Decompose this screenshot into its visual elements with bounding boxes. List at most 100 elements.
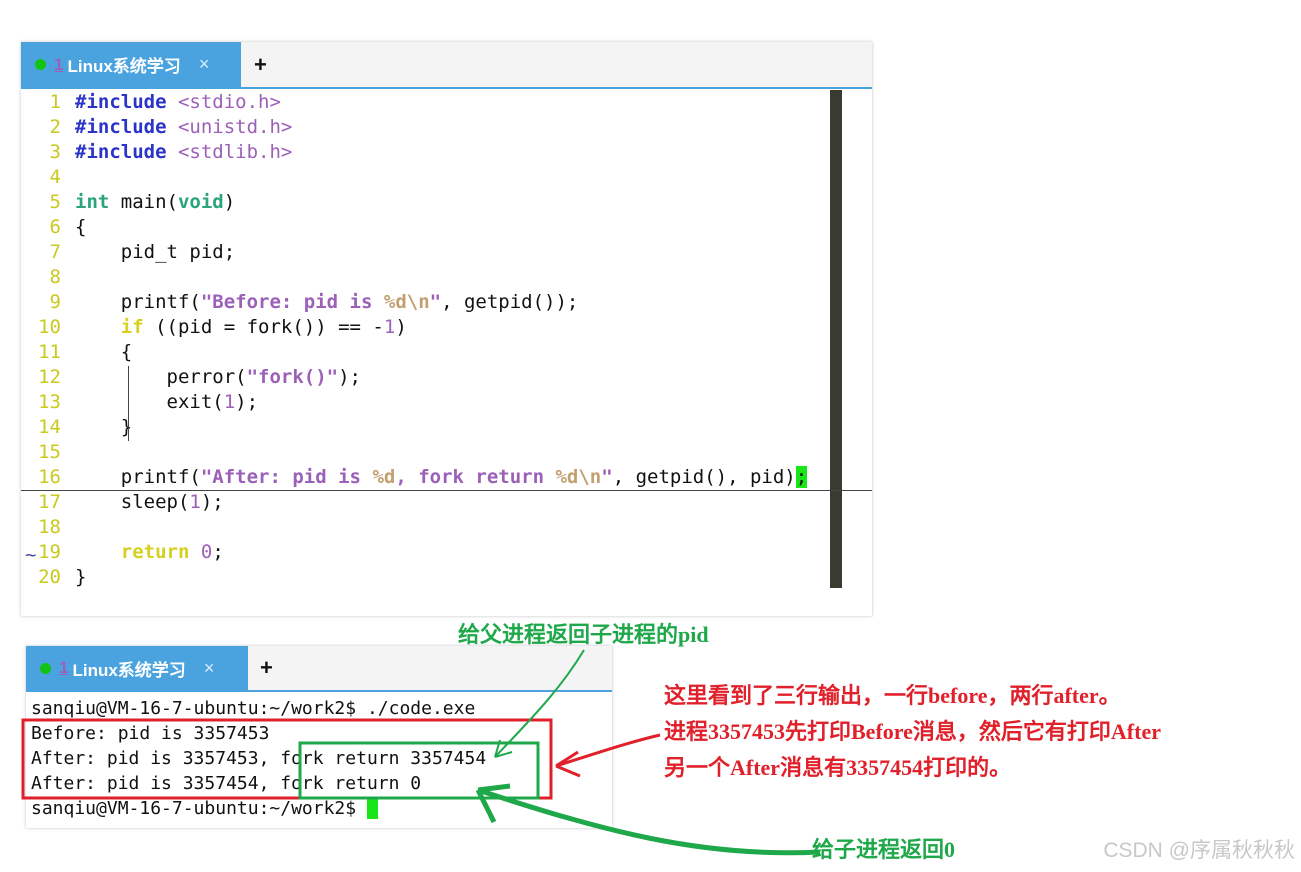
code-token: <stdio.h> — [177, 91, 281, 113]
status-dot-icon — [35, 59, 46, 70]
code-token: main( — [109, 191, 178, 213]
terminal-tab-bar: 1 Linux系统学习 × + — [26, 646, 612, 692]
terminal-output[interactable]: sanqiu@VM-16-7-ubuntu:~/work2$ ./code.ex… — [26, 696, 612, 828]
status-dot-icon — [40, 662, 51, 674]
code-token: int — [75, 191, 110, 213]
code-token: " — [601, 466, 613, 488]
parent-return-note: 给父进程返回子进程的pid — [458, 622, 709, 647]
terminal-line: After: pid is 3357453, fork return 33574… — [31, 748, 487, 769]
empty-line-tilde: ~ — [25, 544, 37, 566]
code-token: if — [120, 316, 144, 338]
code-token: "Before: pid is — [200, 291, 384, 313]
code-token: sleep( — [75, 491, 190, 513]
line-number: 6 — [49, 216, 61, 238]
watermark: CSDN @序属秋秋秋 — [1103, 839, 1295, 862]
code-line: 10 if ((pid = fork()) == -1) — [21, 315, 407, 340]
line-number: 8 — [49, 266, 61, 288]
tab-number: 1 — [59, 658, 69, 677]
code-line: 12 perror("fork()"); — [21, 365, 361, 390]
code-area[interactable]: 1 #include <stdio.h> 2 #include <unistd.h> 3… — [21, 90, 872, 616]
close-icon[interactable]: × — [199, 54, 210, 75]
code-token: return — [120, 541, 190, 563]
line-number: 11 — [38, 341, 61, 363]
terminal-window: 1 Linux系统学习 × + sanqiu@VM-16-7-ubuntu:~/… — [26, 646, 612, 828]
explanation-line-3: 另一个After消息有3357454打印的。 — [664, 755, 1012, 780]
code-line: 18 — [21, 515, 75, 540]
code-token: #include — [75, 116, 178, 138]
terminal-prompt-line[interactable]: sanqiu@VM-16-7-ubuntu:~/work2$ — [31, 796, 378, 821]
code-token: #include — [75, 141, 178, 163]
editor-tab[interactable]: 1 Linux系统学习 × — [21, 42, 241, 87]
line-number: 20 — [38, 566, 61, 588]
code-token: "After: pid is — [200, 466, 373, 488]
code-token: exit( — [75, 391, 224, 413]
explanation-line-1: 这里看到了三行输出，一行before，两行after。 — [664, 683, 1121, 708]
line-number: 9 — [49, 291, 61, 313]
child-return-note: 给子进程返回0 — [812, 837, 956, 862]
line-number: 1 — [49, 91, 61, 113]
terminal-line: Before: pid is 3357453 — [31, 723, 270, 744]
code-token: 1 — [189, 491, 201, 513]
line-number: 7 — [49, 241, 61, 263]
editor-tab-bar: 1 Linux系统学习 × + — [21, 42, 872, 89]
code-token: 1 — [223, 391, 236, 413]
code-token: void — [177, 191, 224, 213]
code-token: } — [75, 416, 133, 438]
code-line: 5 int main(void) — [21, 190, 236, 215]
code-token: , getpid()); — [441, 291, 579, 313]
code-line: 8 — [21, 265, 75, 290]
code-line: 7 pid_t pid; — [21, 240, 236, 265]
code-token: ) — [223, 191, 236, 213]
terminal-line: After: pid is 3357454, fork return 0 — [31, 773, 422, 794]
code-token: ) — [395, 316, 407, 338]
explanation-line-2: 进程3357453先打印Before消息，然后它有打印After — [664, 719, 1161, 744]
code-token: , getpid(), pid) — [612, 466, 796, 488]
code-line: 14 } — [21, 415, 132, 440]
line-number: 18 — [38, 516, 61, 538]
code-line: 6{ — [21, 215, 87, 240]
new-tab-button[interactable]: + — [260, 646, 273, 690]
code-token: ; — [795, 466, 808, 488]
code-token: { — [75, 341, 133, 363]
line-number: 15 — [38, 441, 61, 463]
code-token: { — [75, 216, 87, 238]
line-number: 5 — [49, 191, 61, 213]
code-line: 11 { — [21, 340, 132, 365]
code-line: 15 — [21, 440, 75, 465]
new-tab-button[interactable]: + — [254, 42, 267, 87]
code-token: #include — [75, 91, 178, 113]
code-token: <stdlib.h> — [177, 141, 293, 163]
code-token: <unistd.h> — [177, 116, 293, 138]
code-token: 1 — [383, 316, 396, 338]
code-line: 16 printf("After: pid is %d, fork return… — [21, 465, 808, 490]
line-number: 16 — [38, 466, 61, 488]
code-token: %d — [372, 466, 396, 488]
scrollbar[interactable] — [830, 90, 842, 588]
cursor-line-underline — [21, 490, 872, 491]
line-number: 2 — [49, 116, 61, 138]
indent-guide — [128, 366, 129, 441]
code-token: %d\n — [555, 466, 602, 488]
code-line: 17 sleep(1); — [21, 490, 224, 515]
line-number: 17 — [38, 491, 61, 513]
code-line: 2 #include <unistd.h> — [21, 115, 293, 140]
line-number: 3 — [49, 141, 61, 163]
code-token: ((pid = fork()) == - — [143, 316, 384, 338]
line-number: 14 — [38, 416, 61, 438]
code-token: ; — [212, 541, 224, 563]
line-number: 13 — [38, 391, 61, 413]
tab-title: Linux系统学习 — [67, 57, 181, 76]
close-icon[interactable]: × — [204, 658, 215, 679]
code-token: printf( — [75, 466, 201, 488]
terminal-tab[interactable]: 1 Linux系统学习 × — [26, 646, 248, 690]
terminal-cursor — [366, 799, 378, 819]
line-number: 4 — [49, 166, 61, 188]
code-line: 4 — [21, 165, 75, 190]
code-line: 9 printf("Before: pid is %d\n", getpid()… — [21, 290, 579, 315]
code-token: "fork()" — [246, 366, 339, 388]
terminal-line: sanqiu@VM-16-7-ubuntu:~/work2$ ./code.ex… — [31, 698, 476, 719]
editor-window: 1 Linux系统学习 × + 1 #include <stdio.h> 2 #inc… — [21, 42, 872, 616]
tab-title: Linux系统学习 — [72, 660, 186, 680]
